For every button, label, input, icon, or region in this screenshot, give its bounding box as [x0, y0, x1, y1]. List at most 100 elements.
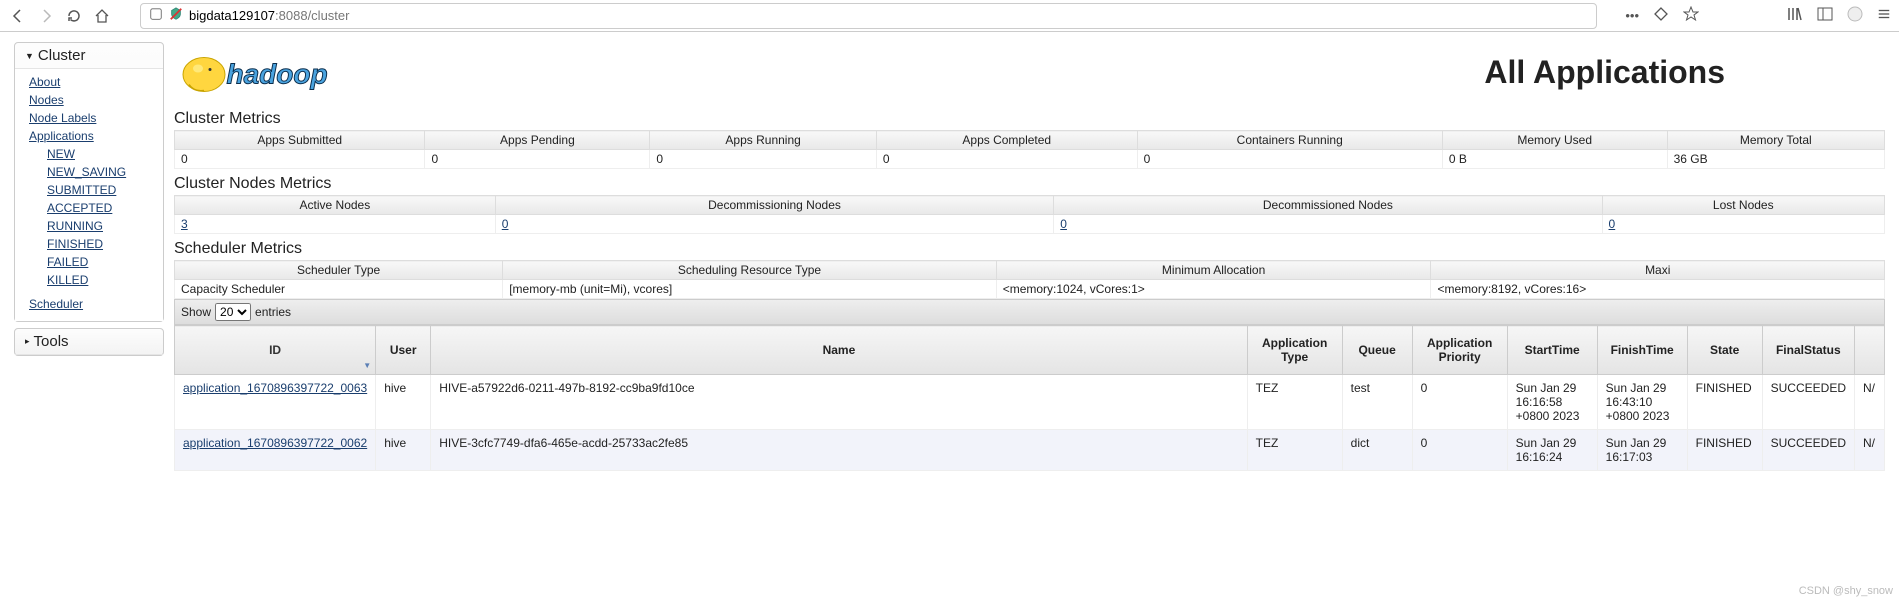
reader-icon[interactable] [1653, 6, 1669, 25]
metric-value: 0 [425, 150, 650, 169]
cell-id[interactable]: application_1670896397722_0063 [175, 375, 376, 430]
col-header: Apps Running [650, 131, 877, 150]
star-icon[interactable] [1683, 6, 1699, 25]
sidebar-link-scheduler[interactable]: Scheduler [29, 295, 155, 313]
sidebar-link-running[interactable]: RUNNING [47, 217, 155, 235]
sidebar-link-new-saving[interactable]: NEW_SAVING [47, 163, 155, 181]
table-row: application_1670896397722_0063hiveHIVE-a… [175, 375, 1885, 430]
caret-right-icon: ▸ [25, 336, 30, 347]
cell-priority: 0 [1412, 375, 1507, 430]
apps-col-extra[interactable] [1855, 326, 1885, 375]
apps-col-application-type[interactable]: Application Type [1247, 326, 1342, 375]
page-size-select[interactable]: 20 [215, 303, 251, 321]
reload-button[interactable] [64, 6, 84, 26]
entries-label: entries [255, 305, 291, 319]
metric-value: <memory:8192, vCores:16> [1431, 280, 1885, 299]
apps-col-name[interactable]: Name [431, 326, 1247, 375]
metric-value: <memory:1024, vCores:1> [996, 280, 1431, 299]
cell-extra: N/ [1855, 375, 1885, 430]
cell-finish: Sun Jan 29 16:43:10 +0800 2023 [1597, 375, 1687, 430]
apps-col-user[interactable]: User [376, 326, 431, 375]
insecure-icon [169, 7, 183, 24]
metric-value: 0 [1137, 150, 1442, 169]
sidebar-panel-cluster: ▼ Cluster About Nodes Node Labels Applica… [14, 42, 164, 322]
metric-value[interactable]: 0 [1054, 215, 1602, 234]
sidebar-title-cluster: Cluster [38, 47, 86, 64]
sidebar-link-killed[interactable]: KILLED [47, 271, 155, 289]
sidebar-icon[interactable] [1817, 6, 1833, 25]
sidebar-link-node-labels[interactable]: Node Labels [29, 109, 155, 127]
sidebar-link-failed[interactable]: FAILED [47, 253, 155, 271]
apps-col-application-priority[interactable]: Application Priority [1412, 326, 1507, 375]
cell-state: FINISHED [1687, 375, 1762, 430]
cell-id[interactable]: application_1670896397722_0062 [175, 430, 376, 471]
applications-table: ID▼UserNameApplication TypeQueueApplicat… [174, 325, 1885, 471]
cell-finish: Sun Jan 29 16:17:03 [1597, 430, 1687, 471]
main-content: hadoop All Applications Cluster Metrics … [174, 42, 1885, 471]
forward-button[interactable] [36, 6, 56, 26]
col-header: Decommissioning Nodes [495, 196, 1054, 215]
sidebar-link-new[interactable]: NEW [47, 145, 155, 163]
apps-col-starttime[interactable]: StartTime [1507, 326, 1597, 375]
col-header: Minimum Allocation [996, 261, 1431, 280]
cluster-metrics-table: Apps SubmittedApps PendingApps RunningAp… [174, 130, 1885, 169]
menu-icon[interactable] [1877, 7, 1891, 24]
account-icon[interactable] [1847, 6, 1863, 25]
apps-col-finishtime[interactable]: FinishTime [1597, 326, 1687, 375]
cell-queue: test [1342, 375, 1412, 430]
sidebar-link-finished[interactable]: FINISHED [47, 235, 155, 253]
col-header: Active Nodes [175, 196, 496, 215]
sidebar-title-tools: Tools [34, 333, 69, 350]
metric-value: [memory-mb (unit=Mi), vcores] [503, 280, 997, 299]
metric-value: 0 [175, 150, 425, 169]
metric-value: 0 [876, 150, 1137, 169]
sidebar-head-cluster[interactable]: ▼ Cluster [15, 43, 163, 69]
apps-col-id[interactable]: ID▼ [175, 326, 376, 375]
more-icon[interactable]: ••• [1625, 8, 1639, 23]
cell-extra: N/ [1855, 430, 1885, 471]
sidebar-link-about[interactable]: About [29, 73, 155, 91]
show-label: Show [181, 305, 211, 319]
cell-final: SUCCEEDED [1762, 375, 1854, 430]
cluster-metrics-heading: Cluster Metrics [174, 110, 1885, 128]
caret-down-icon: ▼ [25, 51, 34, 61]
home-button[interactable] [92, 6, 112, 26]
watermark: CSDN @shy_snow [1799, 585, 1893, 597]
apps-col-state[interactable]: State [1687, 326, 1762, 375]
url-bar[interactable]: bigdata129107:8088/cluster [140, 3, 1597, 29]
apps-col-finalstatus[interactable]: FinalStatus [1762, 326, 1854, 375]
col-header: Apps Submitted [175, 131, 425, 150]
sidebar-link-applications[interactable]: Applications [29, 127, 155, 145]
library-icon[interactable] [1787, 6, 1803, 25]
col-header: Apps Pending [425, 131, 650, 150]
col-header: Apps Completed [876, 131, 1137, 150]
sidebar-head-tools[interactable]: ▸ Tools [15, 329, 163, 355]
nodes-metrics-table: Active NodesDecommissioning NodesDecommi… [174, 195, 1885, 234]
sidebar: ▼ Cluster About Nodes Node Labels Applica… [14, 42, 164, 362]
col-header: Scheduler Type [175, 261, 503, 280]
back-button[interactable] [8, 6, 28, 26]
svg-text:hadoop: hadoop [227, 59, 328, 90]
cell-user: hive [376, 375, 431, 430]
cell-type: TEZ [1247, 375, 1342, 430]
cell-state: FINISHED [1687, 430, 1762, 471]
nodes-metrics-heading: Cluster Nodes Metrics [174, 175, 1885, 193]
page-title: All Applications [1484, 54, 1725, 91]
sidebar-link-accepted[interactable]: ACCEPTED [47, 199, 155, 217]
cell-queue: dict [1342, 430, 1412, 471]
metric-value[interactable]: 3 [175, 215, 496, 234]
sidebar-link-submitted[interactable]: SUBMITTED [47, 181, 155, 199]
metric-value[interactable]: 0 [495, 215, 1054, 234]
col-header: Memory Total [1667, 131, 1884, 150]
cell-priority: 0 [1412, 430, 1507, 471]
cell-user: hive [376, 430, 431, 471]
metric-value: 36 GB [1667, 150, 1884, 169]
cell-name: HIVE-3cfc7749-dfa6-465e-acdd-25733ac2fe8… [431, 430, 1247, 471]
apps-col-queue[interactable]: Queue [1342, 326, 1412, 375]
scheduler-metrics-heading: Scheduler Metrics [174, 240, 1885, 258]
cell-start: Sun Jan 29 16:16:58 +0800 2023 [1507, 375, 1597, 430]
shield-icon [149, 7, 163, 24]
metric-value[interactable]: 0 [1602, 215, 1884, 234]
browser-toolbar: bigdata129107:8088/cluster ••• [0, 0, 1899, 32]
sidebar-link-nodes[interactable]: Nodes [29, 91, 155, 109]
